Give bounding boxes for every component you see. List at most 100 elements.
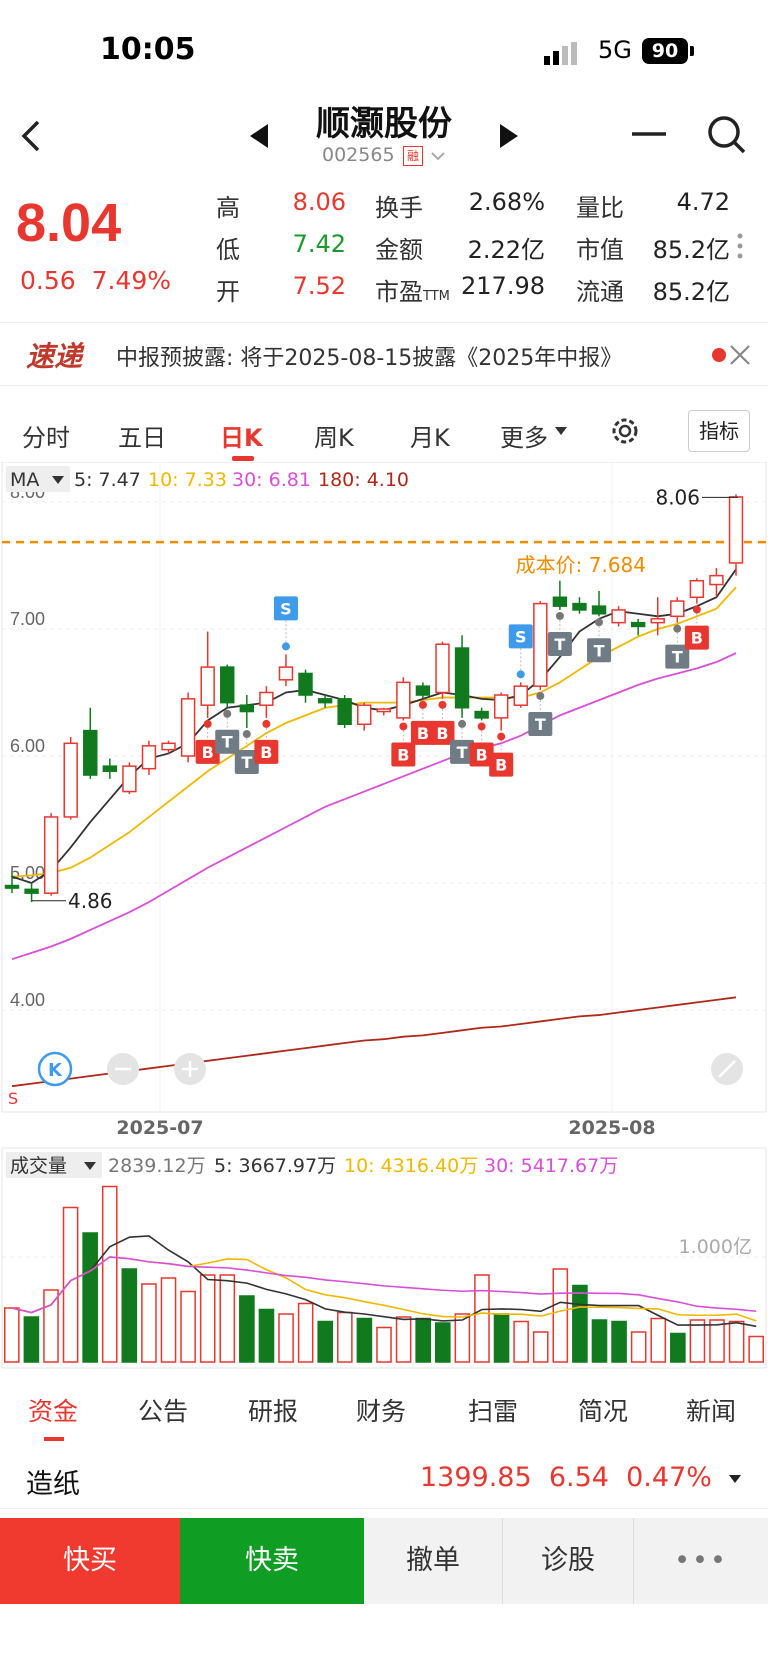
candle-body: [376, 708, 391, 713]
candle-body: [630, 621, 646, 628]
notice-text: 中报预披露: 将于2025-08-15披露《2025年中报》: [116, 346, 623, 371]
candle-body: [728, 496, 744, 564]
volume-bar: [670, 1332, 686, 1363]
tab-period[interactable]: 月K: [410, 418, 450, 453]
volume-bar: [611, 1320, 627, 1363]
quote-value: 85.2亿: [652, 236, 730, 264]
kline-chart[interactable]: 8.007.006.005.004.002025-072025-08MA5: 7…: [0, 462, 768, 1372]
tab-info[interactable]: 财务: [356, 1392, 406, 1428]
tab-info[interactable]: 扫雷: [468, 1392, 518, 1428]
tab-period[interactable]: 日K: [220, 418, 263, 453]
ma30-legend: 30: 6.81: [232, 469, 311, 491]
volume-bar: [709, 1319, 725, 1363]
battery-icon: [690, 46, 694, 56]
search-icon[interactable]: [706, 114, 748, 156]
candle-body: [298, 672, 313, 696]
signal-dot: [203, 719, 212, 728]
volume-bar: [141, 1283, 157, 1363]
signal-label: T: [222, 733, 233, 752]
signal-label: B: [202, 743, 214, 762]
more-vertical-icon[interactable]: [735, 232, 745, 262]
settings-icon[interactable]: [608, 414, 642, 448]
caret-down-icon[interactable]: [728, 1474, 742, 1484]
volume-bar: [337, 1311, 353, 1363]
tab-info[interactable]: 简况: [578, 1392, 628, 1428]
candle-body: [122, 765, 137, 793]
unread-dot: [712, 348, 726, 362]
candle-body: [220, 666, 235, 704]
notice-bar[interactable]: 速递 中报预披露: 将于2025-08-15披露《2025年中报》: [0, 322, 768, 386]
candle-body: [513, 685, 528, 706]
volume-last: 2839.12万: [108, 1155, 206, 1177]
notice-brand-logo: 速递: [26, 340, 83, 373]
ma30-line: [11, 652, 737, 961]
more-actions-button[interactable]: •••: [634, 1518, 768, 1604]
signal-dot: [536, 691, 545, 700]
tab-info[interactable]: 公告: [138, 1392, 188, 1428]
volume-bar: [454, 1313, 471, 1363]
tab-period[interactable]: 五日: [118, 418, 166, 453]
k-icon-label: K: [48, 1060, 63, 1081]
industry-pct: 0.47%: [626, 1462, 712, 1493]
quote-value: 7.42: [292, 230, 346, 258]
vol-ma5-legend: 5: 3667.97万: [214, 1155, 336, 1177]
candle-body: [83, 729, 98, 776]
vol-ma10-legend: 10: 4316.40万: [344, 1155, 478, 1177]
stock-code: 002565: [322, 144, 395, 166]
chevron-down-icon[interactable]: [430, 150, 446, 162]
tab-info[interactable]: 研报: [248, 1392, 298, 1428]
signal-label: T: [457, 743, 468, 762]
candle-body: [357, 704, 372, 725]
ma5-line: [11, 568, 737, 884]
volume-bar: [650, 1317, 667, 1363]
indicator-button[interactable]: 指标: [688, 410, 750, 452]
signal-dot: [673, 624, 682, 633]
signal-label: T: [241, 753, 252, 772]
signal-dot: [438, 700, 447, 709]
candle-body: [63, 742, 78, 818]
signal-dot: [497, 732, 506, 741]
minimize-icon[interactable]: [630, 120, 670, 150]
volume-bar: [415, 1317, 431, 1363]
tab-period[interactable]: 分时: [22, 418, 70, 453]
tab-info[interactable]: 资金: [28, 1392, 78, 1428]
candle-body: [317, 698, 333, 704]
clock: 10:05: [100, 32, 196, 67]
signal-dot: [555, 611, 564, 620]
volume-bar: [278, 1313, 294, 1363]
signal-dot: [516, 670, 525, 679]
x-tick-label: 2025-08: [568, 1117, 655, 1139]
action-bar: 快买 快卖 撤单 诊股 •••: [0, 1518, 768, 1604]
ma-legend-name: MA: [10, 469, 39, 491]
y-tick-label: 7.00: [10, 609, 45, 629]
volume-bar: [728, 1320, 745, 1363]
candle-body: [141, 745, 157, 770]
volume-bar: [180, 1290, 196, 1363]
quote-value: 2.68%: [468, 188, 545, 216]
quote-value: 85.2亿: [652, 278, 730, 306]
quote-value: 217.98: [461, 272, 545, 300]
quick-sell-button[interactable]: 快卖: [180, 1518, 364, 1604]
tab-period[interactable]: 更多: [500, 418, 548, 453]
next-stock-icon[interactable]: [498, 122, 520, 150]
signal-label: S: [280, 599, 292, 618]
volume-bar: [258, 1308, 275, 1363]
tab-info[interactable]: 新闻: [686, 1392, 736, 1428]
candle-body: [552, 596, 568, 607]
diagnose-button[interactable]: 诊股: [503, 1518, 634, 1604]
volume-bar: [513, 1320, 529, 1363]
signal-label: B: [476, 745, 488, 764]
signal-dot: [477, 722, 486, 731]
tab-period[interactable]: 周K: [314, 418, 354, 453]
quick-buy-button[interactable]: 快买: [0, 1518, 180, 1604]
cancel-order-button[interactable]: 撤单: [364, 1518, 503, 1604]
s-label: S: [8, 1089, 18, 1108]
volume-bar: [3, 1307, 20, 1363]
close-icon[interactable]: [728, 343, 752, 367]
candle-body: [435, 643, 450, 694]
candle-body: [611, 609, 626, 624]
candle-body: [415, 685, 431, 696]
quote-value: 7.52: [292, 272, 346, 300]
volume-bar: [630, 1331, 647, 1363]
quote-value: 4.72: [676, 188, 730, 216]
